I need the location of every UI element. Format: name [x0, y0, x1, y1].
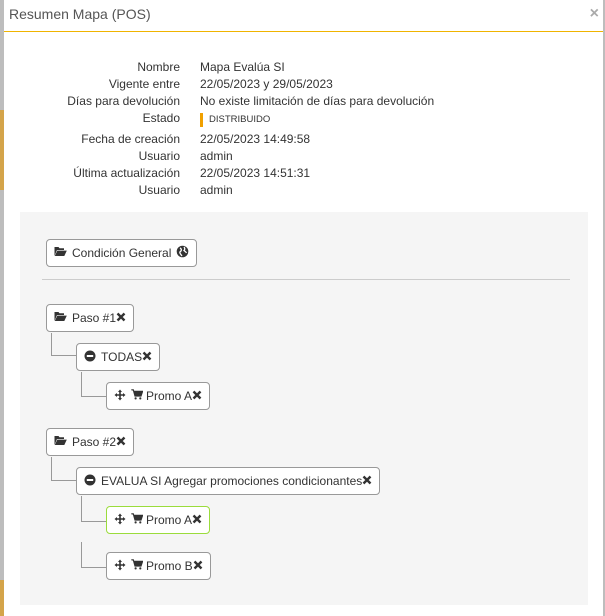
fecha-value: 22/05/2023 14:49:58: [200, 132, 311, 146]
globe-icon[interactable]: [176, 245, 189, 261]
usuario-label: Usuario: [138, 183, 180, 197]
remove-icon[interactable]: [192, 513, 202, 527]
dias-value: No existe limitación de días para devolu…: [200, 94, 435, 108]
usuario-label: Usuario: [138, 149, 180, 163]
move-icon[interactable]: [114, 389, 126, 404]
map-info: Nombre Mapa Evalúa SI Vigente entre 22/0…: [4, 59, 603, 199]
modal-header: Resumen Mapa (POS) ×: [4, 0, 603, 32]
close-icon[interactable]: ×: [590, 4, 599, 24]
folder-open-icon: [54, 246, 67, 260]
info-row-usuario: Usuario admin: [4, 148, 603, 165]
step-2-node[interactable]: Paso #2: [46, 428, 135, 456]
promo-b-node[interactable]: Promo B: [106, 552, 211, 580]
info-row-actualizacion: Última actualización 22/05/2023 14:51:31: [4, 165, 603, 182]
folder-open-icon: [54, 435, 67, 449]
remove-icon[interactable]: [116, 311, 126, 325]
promo-a-node[interactable]: Promo A: [106, 382, 211, 410]
step-1-node[interactable]: Paso #1: [46, 304, 135, 332]
tree-connector: [81, 542, 106, 568]
dias-label: Días para devolución: [67, 94, 180, 108]
move-icon[interactable]: [114, 559, 126, 574]
vigente-label: Vigente entre: [108, 77, 180, 91]
condition-todas-label: TODAS: [101, 350, 143, 364]
tree-connector: [81, 372, 106, 397]
estado-label: Estado: [142, 111, 180, 125]
general-condition-label: Condición General: [72, 246, 172, 260]
remove-icon[interactable]: [142, 350, 152, 364]
info-row-dias: Días para devolución No existe limitació…: [4, 93, 603, 110]
move-icon[interactable]: [114, 513, 126, 528]
cart-icon: [131, 389, 144, 403]
promo-a-label: Promo A: [146, 389, 193, 403]
status-badge: DISTRIBUIDO: [200, 113, 270, 127]
vigente-value: 22/05/2023 y 29/05/2023: [200, 77, 333, 91]
cart-icon: [131, 559, 144, 573]
usuario-value: admin: [200, 183, 233, 197]
usuario-value: admin: [200, 149, 233, 163]
minus-circle-icon: [84, 350, 96, 365]
tree-connector: [51, 457, 76, 481]
promo-a-node-active[interactable]: Promo A: [106, 506, 211, 534]
remove-icon[interactable]: [192, 389, 202, 403]
folder-open-icon: [54, 311, 67, 325]
remove-icon[interactable]: [193, 559, 203, 573]
info-row-estado: Estado DISTRIBUIDO: [4, 110, 603, 131]
fecha-label: Fecha de creación: [81, 132, 180, 146]
promo-b-label: Promo B: [146, 559, 193, 573]
summary-modal: Resumen Mapa (POS) × Nombre Mapa Evalúa …: [4, 0, 603, 616]
info-row-nombre: Nombre Mapa Evalúa SI: [4, 59, 603, 76]
condition-todas-node[interactable]: TODAS: [76, 343, 161, 371]
divider: [42, 279, 570, 280]
remove-icon[interactable]: [362, 474, 372, 488]
actualizacion-value: 22/05/2023 14:51:31: [200, 166, 311, 180]
cart-icon: [131, 513, 144, 527]
actualizacion-label: Última actualización: [73, 166, 180, 180]
condition-evalua-label: EVALUA SI Agregar promociones condiciona…: [101, 474, 363, 488]
condition-evalua-node[interactable]: EVALUA SI Agregar promociones condiciona…: [76, 467, 381, 495]
promo-a-label: Promo A: [146, 513, 193, 527]
minus-circle-icon: [84, 474, 96, 489]
info-row-usuario-2: Usuario admin: [4, 182, 603, 199]
nombre-value: Mapa Evalúa SI: [200, 60, 285, 74]
general-condition-node[interactable]: Condición General: [46, 239, 198, 267]
nombre-label: Nombre: [137, 60, 180, 74]
promotion-tree: Condición General Paso #1 TODAS Promo A …: [20, 212, 588, 605]
tree-connector: [51, 333, 76, 356]
step-2-label: Paso #2: [72, 435, 117, 449]
info-row-vigente: Vigente entre 22/05/2023 y 29/05/2023: [4, 76, 603, 93]
step-1-label: Paso #1: [72, 311, 117, 325]
tree-connector: [81, 496, 106, 522]
info-row-fecha: Fecha de creación 22/05/2023 14:49:58: [4, 131, 603, 148]
remove-icon[interactable]: [116, 435, 126, 449]
modal-title: Resumen Mapa (POS): [9, 6, 151, 22]
